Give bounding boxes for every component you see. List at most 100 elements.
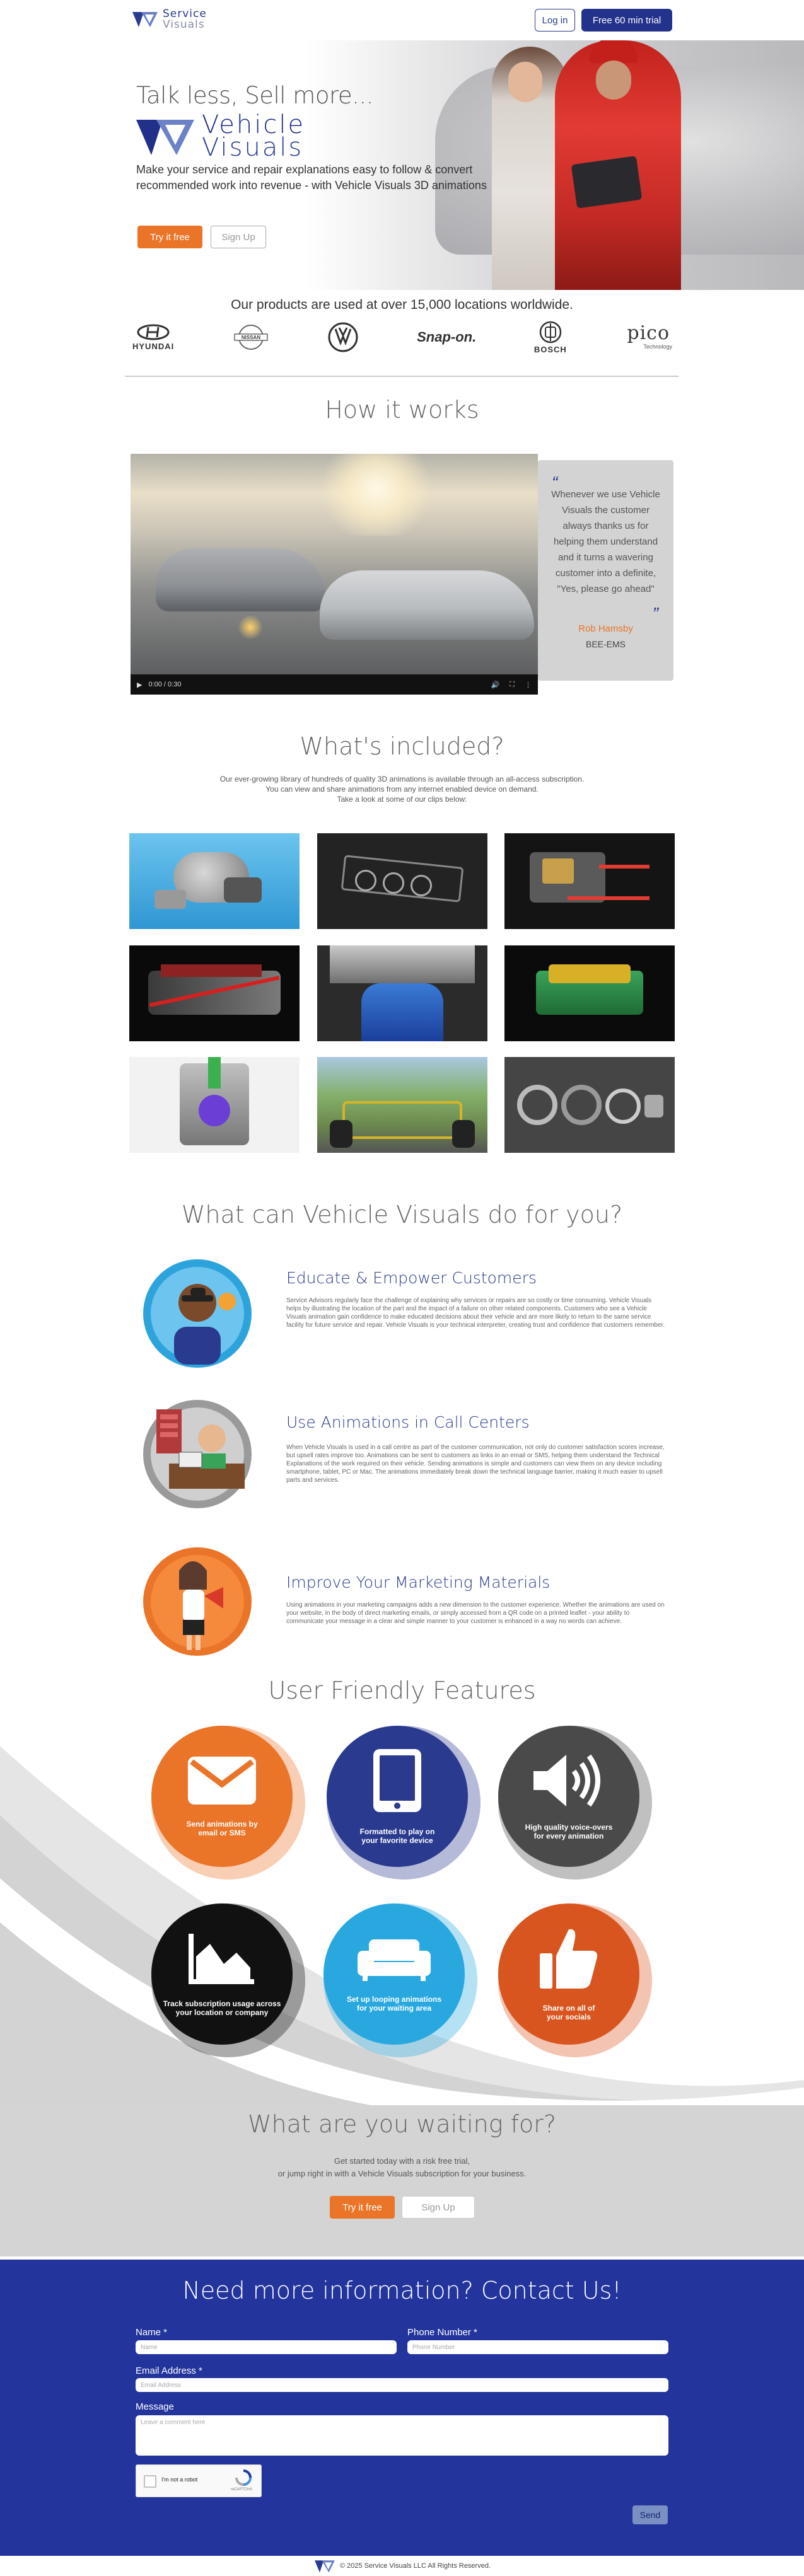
email-label: Email Address * bbox=[136, 2365, 202, 2376]
vw-logo bbox=[327, 321, 359, 353]
feature-marketing: Improve Your Marketing Materials Using a… bbox=[137, 1545, 667, 1663]
feature-circle-email: Send animations by email or SMS bbox=[151, 1726, 305, 1880]
service-visuals-logo[interactable]: Service Visuals bbox=[131, 6, 232, 33]
feature-circle-device-inner: Formatted to play on your favorite devic… bbox=[327, 1726, 468, 1867]
waiting-sign-up-button[interactable]: Sign Up bbox=[402, 2196, 475, 2219]
feature-call-centers: Use Animations in Call Centers When Vehi… bbox=[137, 1398, 667, 1511]
thumbs-up-icon bbox=[540, 1929, 598, 1989]
brand-logos-row: HYUNDAI NISSAN Snap-on. BOSCH pico Techn… bbox=[132, 318, 672, 356]
included-line-3: Take a look at some of our clips below: bbox=[337, 795, 467, 804]
send-button[interactable]: Send bbox=[632, 2505, 668, 2524]
phone-label: Phone Number * bbox=[407, 2327, 477, 2338]
hero-sign-up-button[interactable]: Sign Up bbox=[211, 226, 266, 248]
recaptcha-checkbox[interactable] bbox=[144, 2475, 156, 2488]
recaptcha-logo-icon bbox=[235, 2469, 252, 2486]
hyundai-label: HYUNDAI bbox=[132, 341, 175, 351]
recaptcha-widget: I'm not a robot reCAPTCHA bbox=[136, 2464, 262, 2497]
free-trial-button[interactable]: Free 60 min trial bbox=[581, 9, 672, 32]
how-it-works-title: How it works bbox=[325, 396, 479, 424]
bosch-logo-icon bbox=[539, 321, 562, 343]
included-line-2: You can view and share animations from a… bbox=[265, 785, 539, 794]
feature-label-tracking-1: Track subscription usage across bbox=[163, 1999, 281, 2008]
login-button[interactable]: Log in bbox=[535, 9, 575, 32]
hero-mechanic-face bbox=[596, 61, 631, 100]
whats-included-title: What's included? bbox=[300, 732, 504, 760]
feature-label-tracking-2: your location or company bbox=[175, 2008, 269, 2017]
snapon-logo: Snap-on. bbox=[417, 329, 476, 345]
nissan-logo: NISSAN bbox=[232, 323, 270, 352]
vehicle-visuals-logo: Vehicle Visuals bbox=[135, 112, 375, 160]
demo-video-player[interactable]: ▶ 0:00 / 0:30 🔊 ⛶ ⋮ bbox=[131, 454, 538, 695]
footer: © 2025 Service Visuals LLC All Rights Re… bbox=[0, 2556, 804, 2576]
service-visuals-mark-icon bbox=[132, 12, 158, 27]
feature-label-socials-2: your socials bbox=[546, 2013, 591, 2021]
hero-try-free-button[interactable]: Try it free bbox=[137, 226, 202, 248]
feature-label-device-2: your favorite device bbox=[361, 1836, 433, 1845]
tablet-icon bbox=[373, 1749, 421, 1812]
quote-close-icon: ” bbox=[652, 604, 658, 623]
feature-label-email-2: email or SMS bbox=[198, 1828, 246, 1837]
message-label: Message bbox=[136, 2401, 174, 2412]
contact-title: Need more information? Contact Us! bbox=[182, 2277, 622, 2304]
nissan-logo-icon: NISSAN bbox=[234, 325, 268, 350]
feature-circle-waiting-area: Set up looping animations for your waiti… bbox=[323, 1903, 477, 2057]
bosch-label: BOSCH bbox=[533, 344, 567, 354]
name-input[interactable]: Name bbox=[136, 2340, 397, 2354]
feature-call-centers-body: When Vehicle Visuals is used in a call c… bbox=[286, 1444, 665, 1484]
clip-thumbnail-cooling-system[interactable] bbox=[504, 833, 675, 929]
top-navbar bbox=[0, 0, 804, 40]
copyright-text: © 2025 Service Visuals LLC All Rights Re… bbox=[339, 2562, 491, 2570]
hero-customer-face bbox=[508, 62, 542, 102]
included-line-1: Our ever-growing library of hundreds of … bbox=[219, 775, 585, 783]
clip-thumbnail-brake-disc[interactable] bbox=[504, 1057, 675, 1153]
feature-circle-socials: Share on all of your socials bbox=[498, 1903, 652, 2057]
more-options-icon[interactable]: ⋮ bbox=[525, 681, 532, 689]
pico-sub-label: Technology bbox=[643, 344, 672, 350]
pico-logo: pico Technology bbox=[624, 322, 672, 350]
clip-thumbnail-engine-flow[interactable] bbox=[129, 945, 300, 1041]
feature-circle-device: Formatted to play on your favorite devic… bbox=[327, 1726, 481, 1880]
play-icon[interactable]: ▶ bbox=[137, 681, 142, 689]
testimonial-card: “ Whenever we use Vehicle Visuals the cu… bbox=[538, 460, 673, 681]
volume-icon[interactable]: 🔊 bbox=[491, 681, 500, 689]
clip-thumbnail-head-gasket[interactable] bbox=[317, 833, 487, 929]
hero-clipboard bbox=[571, 156, 643, 209]
hero-mechanic-cap bbox=[590, 40, 638, 63]
clip-thumbnail-suspension[interactable] bbox=[129, 833, 300, 929]
video-car-left bbox=[156, 548, 326, 611]
envelope-icon bbox=[188, 1757, 256, 1805]
feature-marketing-title: Improve Your Marketing Materials bbox=[286, 1573, 551, 1591]
video-lens-flare bbox=[238, 615, 263, 640]
feature-circle-socials-inner: Share on all of your socials bbox=[498, 1903, 639, 2045]
fullscreen-icon[interactable]: ⛶ bbox=[510, 681, 515, 689]
feature-circle-email-inner: Send animations by email or SMS bbox=[151, 1726, 293, 1867]
footer-logo-icon bbox=[314, 2560, 335, 2573]
user-friendly-features-title: User Friendly Features bbox=[268, 1677, 536, 1704]
logo-word-visuals: Visuals bbox=[163, 18, 205, 31]
waiting-try-free-button[interactable]: Try it free bbox=[330, 2196, 395, 2219]
section-divider bbox=[125, 376, 679, 377]
clip-thumbnail-fuel-injection[interactable] bbox=[317, 945, 487, 1041]
feature-label-socials-1: Share on all of bbox=[542, 2004, 595, 2013]
feature-label-voiceover-1: High quality voice-overs bbox=[525, 1823, 613, 1832]
video-sun-glare bbox=[313, 454, 440, 536]
area-chart-icon bbox=[189, 1934, 254, 1984]
feature-educate-body: Service Advisors regularly face the chal… bbox=[286, 1297, 665, 1329]
feature-educate: Educate & Empower Customers Service Advi… bbox=[137, 1257, 667, 1371]
clip-thumbnail-intake-manifold[interactable] bbox=[504, 945, 675, 1041]
message-textarea[interactable]: Leave a comment here bbox=[136, 2415, 668, 2456]
snapon-label: Snap-on. bbox=[417, 329, 477, 345]
feature-label-voiceover-2: for every animation bbox=[533, 1832, 604, 1840]
feature-label-email-1: Send animations by bbox=[186, 1820, 258, 1828]
feature-label-device-1: Formatted to play on bbox=[359, 1827, 435, 1836]
nissan-label: NISSAN bbox=[242, 335, 260, 340]
hero-tagline: Talk less, Sell more... bbox=[136, 82, 373, 109]
clip-thumbnail-awd-chassis[interactable] bbox=[317, 1057, 487, 1153]
pico-label: pico bbox=[627, 322, 670, 344]
phone-input[interactable]: Phone Number bbox=[407, 2340, 668, 2354]
couch-icon bbox=[358, 1939, 431, 1981]
what-can-vv-do-title: What can Vehicle Visuals do for you? bbox=[181, 1201, 623, 1228]
email-input[interactable]: Email Address bbox=[136, 2378, 668, 2392]
clip-thumbnail-spark-plug[interactable] bbox=[129, 1057, 300, 1153]
waiting-description: Get started today with a risk free trial… bbox=[0, 2155, 804, 2180]
